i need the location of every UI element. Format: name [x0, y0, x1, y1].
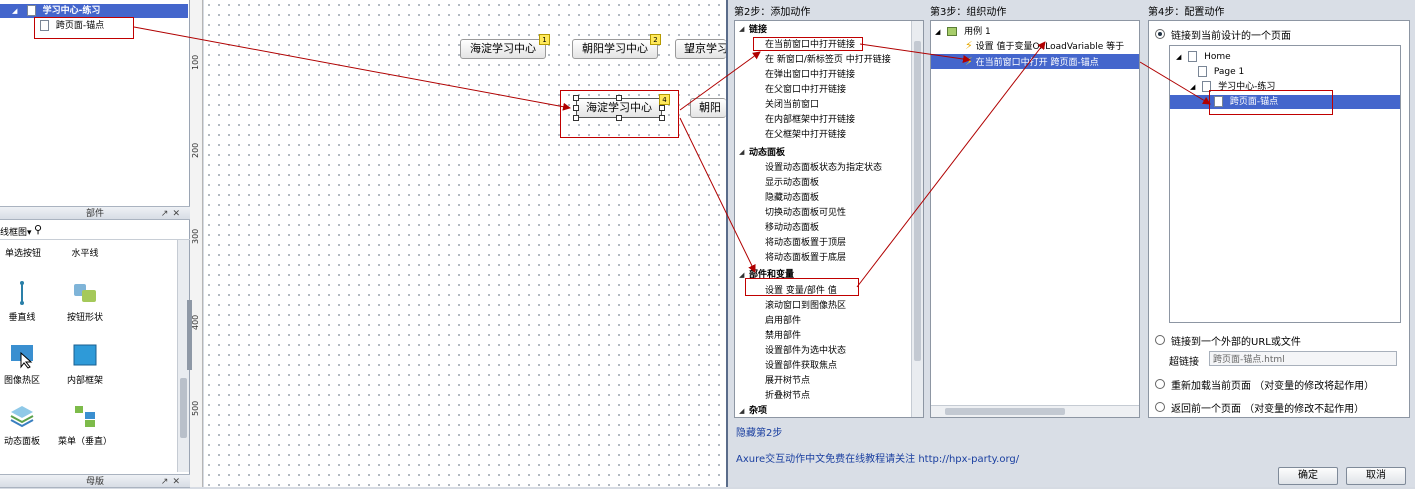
arrow-line [856, 41, 1046, 288]
annotation-arrows [133, 26, 1211, 288]
arrow-line [859, 43, 971, 63]
arrow-line [679, 117, 756, 273]
arrow-line [1139, 61, 1211, 105]
arrow-line [133, 26, 571, 111]
arrow-line [679, 51, 761, 111]
